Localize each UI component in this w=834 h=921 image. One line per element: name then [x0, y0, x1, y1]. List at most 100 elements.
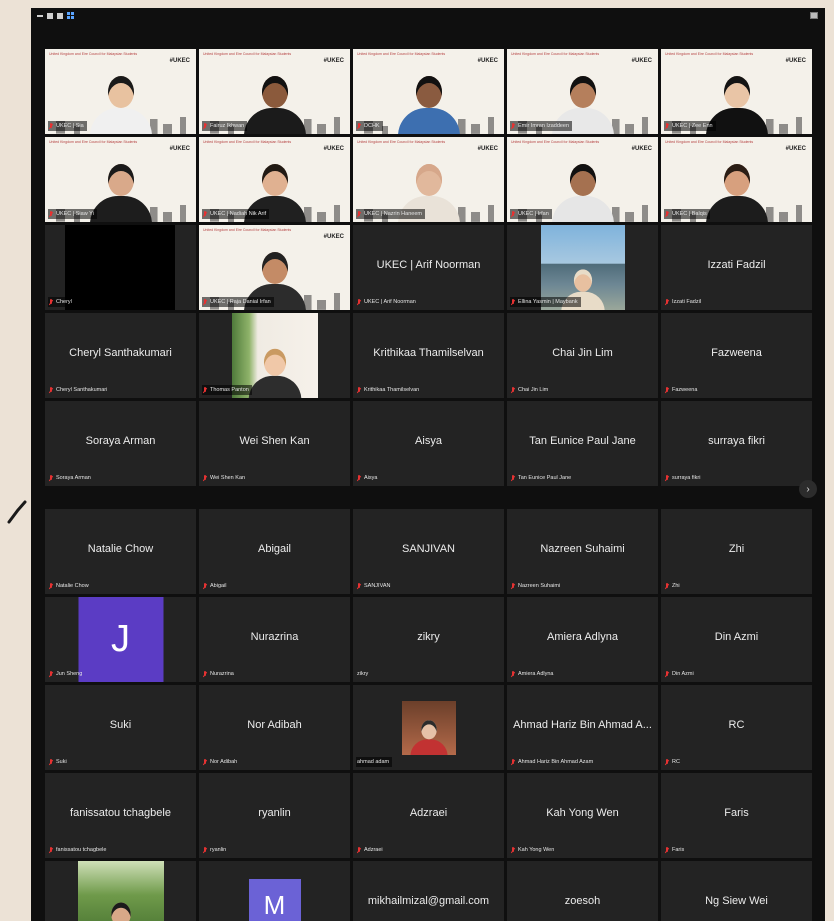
participant-tile[interactable]: Thomas Panton [199, 313, 350, 398]
participant-figure [94, 894, 147, 921]
participant-display-name: Krithikaa Thamilselvan [373, 347, 484, 359]
participant-tile[interactable]: Wei Shen Kan Wei Shen Kan [199, 401, 350, 486]
participant-name: Faris [672, 847, 685, 853]
participant-tile[interactable]: United Kingdom and Eire Council for Mala… [507, 49, 658, 134]
fullscreen-icon[interactable] [810, 12, 818, 19]
gallery-divider [45, 487, 811, 509]
participant-name: ahmad adam [357, 759, 390, 765]
participant-figure [702, 152, 772, 222]
layout-icon[interactable] [57, 12, 63, 19]
participant-name-label: Nor Adibah [202, 757, 240, 767]
participant-display-name: zikry [417, 631, 440, 643]
ukec-logo: #UKEC [477, 58, 498, 64]
participant-tile[interactable]: ryanlin ryanlin [199, 773, 350, 858]
participant-tile[interactable]: United Kingdom and Eire Council for Mala… [199, 137, 350, 222]
muted-mic-icon [665, 298, 669, 306]
muted-mic-icon [665, 758, 669, 766]
participant-name: Wei Shen Kan [210, 475, 246, 481]
participant-tile[interactable]: Tan Eunice Paul Jane Tan Eunice Paul Jane [507, 401, 658, 486]
muted-mic-icon [49, 846, 53, 854]
participant-display-name: Din Azmi [714, 631, 759, 643]
participant-tile[interactable]: Nazreen Suhaimi Nazreen Suhaimi [507, 509, 658, 594]
participant-tile[interactable]: Faris Faris [661, 773, 812, 858]
participant-tile[interactable]: Suki Suki [45, 685, 196, 770]
participant-tile[interactable]: Fazweena Fazweena [661, 313, 812, 398]
participant-tile[interactable]: Krithikaa Thamilselvan Krithikaa Thamilse… [353, 313, 504, 398]
participant-display-name: Suki [109, 719, 132, 731]
participant-tile[interactable]: Nor Adibah Nor Adibah [199, 685, 350, 770]
participant-tile[interactable] [45, 861, 196, 921]
gallery-page-1: United Kingdom and Eire Council for Mala… [45, 49, 812, 486]
participant-name: UKEC | Arif Noorman [364, 299, 416, 305]
participant-tile[interactable]: Adzraei Adzraei [353, 773, 504, 858]
participant-display-name: Soraya Arman [85, 435, 156, 447]
participant-tile[interactable]: United Kingdom and Eire Council for Mala… [45, 137, 196, 222]
participant-tile[interactable]: Abigail Abigail [199, 509, 350, 594]
participant-tile[interactable]: Kah Yong Wen Kah Yong Wen [507, 773, 658, 858]
participant-name: fanissatou tchagbele [56, 847, 107, 853]
participant-tile[interactable]: Ng Siew Wei [661, 861, 812, 921]
participant-tile[interactable]: Chai Jin Lim Chai Jin Lim [507, 313, 658, 398]
participant-tile[interactable]: Natalie Chow Natalie Chow [45, 509, 196, 594]
participant-name-label: DCHK [356, 121, 383, 131]
participant-tile[interactable]: Zhi Zhi [661, 509, 812, 594]
participant-tile[interactable]: Nurazrina Nurazrina [199, 597, 350, 682]
participant-name-label: UKEC | Irfan [510, 209, 552, 219]
muted-mic-icon [357, 474, 361, 482]
figure-head [415, 76, 442, 108]
participant-name-label: RC [664, 757, 683, 767]
participant-tile[interactable]: UKEC | Arif Noorman UKEC | Arif Noorman [353, 225, 504, 310]
minimize-icon[interactable] [37, 14, 43, 17]
participant-tile[interactable]: Aisya Aisya [353, 401, 504, 486]
next-page-button[interactable]: › [799, 480, 817, 498]
participant-tile[interactable]: Izzati Fadzil Izzati Fadzil [661, 225, 812, 310]
participant-tile[interactable]: United Kingdom and Eire Council for Mala… [199, 225, 350, 310]
participant-tile[interactable]: United Kingdom and Eire Council for Mala… [507, 137, 658, 222]
participant-display-name: Ahmad Hariz Bin Ahmad A... [513, 719, 652, 731]
muted-mic-icon [49, 210, 53, 218]
participant-tile[interactable]: Cheryl [45, 225, 196, 310]
muted-mic-icon [511, 298, 515, 306]
participant-tile[interactable]: zikry zikry [353, 597, 504, 682]
participant-tile[interactable]: ahmad adam [353, 685, 504, 770]
ukec-logo: #UKEC [631, 146, 652, 152]
participant-tile[interactable]: mikhailmizal@gmail.com [353, 861, 504, 921]
participant-tile[interactable]: RC RC [661, 685, 812, 770]
participant-tile[interactable]: M [199, 861, 350, 921]
participant-name-label: Fairuz Ikhwan [202, 121, 248, 131]
participant-tile[interactable]: United Kingdom and Eire Council for Mala… [353, 137, 504, 222]
participant-tile[interactable]: Ahmad Hariz Bin Ahmad A... Ahmad Hariz Bi… [507, 685, 658, 770]
participant-tile[interactable]: surraya fikri surraya fikri [661, 401, 812, 486]
participant-tile[interactable]: Soraya Arman Soraya Arman [45, 401, 196, 486]
participant-tile[interactable]: J Jun Sheng [45, 597, 196, 682]
participant-tile[interactable]: fanissatou tchagbele fanissatou tchagbele [45, 773, 196, 858]
participant-name: Krithikaa Thamilselvan [364, 387, 420, 393]
figure-head [723, 164, 750, 196]
participant-name-label: Soraya Arman [48, 473, 94, 483]
profile-avatar: M [248, 879, 301, 921]
participant-name-label: Suki [48, 757, 70, 767]
muted-mic-icon [49, 386, 53, 394]
participant-tile[interactable]: Cheryl Santhakumari Cheryl Santhakumari [45, 313, 196, 398]
participant-display-name: Amiera Adlyna [547, 631, 618, 643]
figure-head [573, 269, 592, 292]
gallery-view-icon[interactable] [67, 12, 74, 19]
participant-tile[interactable]: United Kingdom and Eire Council for Mala… [661, 49, 812, 134]
participant-name: UKEC | Balqis [672, 211, 707, 217]
figure-head [415, 164, 442, 196]
participant-tile[interactable]: United Kingdom and Eire Council for Mala… [353, 49, 504, 134]
participant-tile[interactable]: SANJIVAN SANJIVAN [353, 509, 504, 594]
muted-mic-icon [511, 670, 515, 678]
banner-text: United Kingdom and Eire Council for Mala… [511, 52, 600, 56]
participant-tile[interactable]: United Kingdom and Eire Council for Mala… [45, 49, 196, 134]
participant-tile[interactable]: Din Azmi Din Azmi [661, 597, 812, 682]
participant-tile[interactable]: zoesoh [507, 861, 658, 921]
restore-icon[interactable] [47, 12, 53, 19]
participant-tile[interactable]: Ellina Yasmin | Maybank [507, 225, 658, 310]
participant-tile[interactable]: Amiera Adlyna Amiera Adlyna [507, 597, 658, 682]
participant-tile[interactable]: United Kingdom and Eire Council for Mala… [661, 137, 812, 222]
ukec-logo: #UKEC [169, 58, 190, 64]
muted-mic-icon [49, 474, 53, 482]
participant-tile[interactable]: United Kingdom and Eire Council for Mala… [199, 49, 350, 134]
participant-name: Nor Adibah [210, 759, 238, 765]
